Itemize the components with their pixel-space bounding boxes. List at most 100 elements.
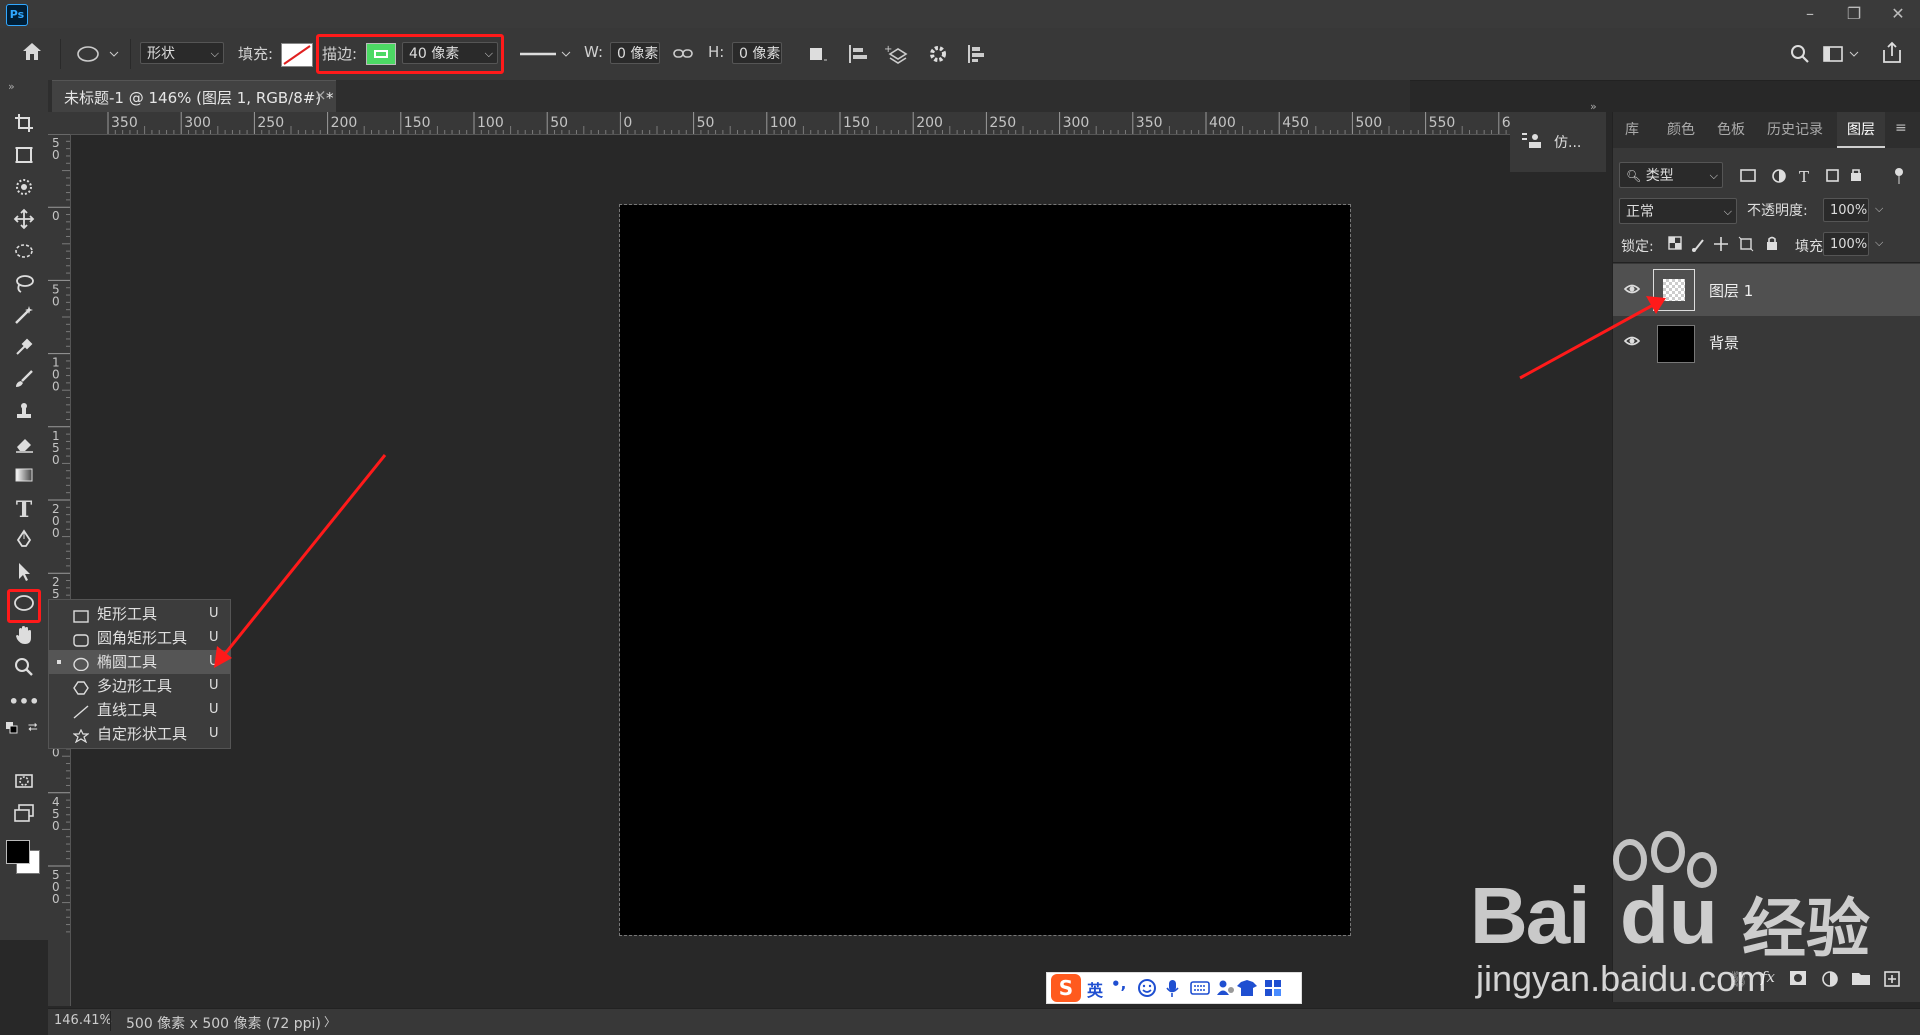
layer-filter-select[interactable]: 🔍︎ 类型 ⌵ — [1619, 162, 1723, 188]
custom-shape-icon — [72, 726, 90, 744]
tab-layers[interactable]: 图层 — [1837, 112, 1885, 148]
tool-preset-picker[interactable] — [74, 42, 124, 66]
lock-icons[interactable] — [1667, 234, 1785, 254]
zoom-level[interactable]: 146.41% — [54, 1013, 112, 1028]
share-icon[interactable] — [1880, 40, 1904, 66]
elliptical-marquee-icon[interactable] — [6, 240, 42, 268]
gradient-tool-icon[interactable] — [6, 464, 42, 492]
blend-mode-select[interactable]: 正常 ⌵ — [1619, 198, 1737, 224]
ime-toolbar[interactable]: S 英 •, — [1046, 972, 1302, 1004]
width-input[interactable]: 0 像素 — [610, 42, 660, 64]
hand-tool-icon[interactable] — [6, 624, 42, 652]
object-selection-icon[interactable] — [6, 176, 42, 204]
ruler-tick-label: 250 — [257, 115, 284, 131]
align-edges-icon[interactable] — [964, 42, 988, 66]
ruler-tick-label: 550 — [1429, 115, 1456, 131]
layer-row[interactable]: 图层 1 — [1613, 264, 1920, 316]
ellipse-tool-icon[interactable] — [6, 592, 42, 620]
layer-filter-value: 类型 — [1645, 168, 1674, 184]
close-tab-icon[interactable]: × — [314, 86, 327, 104]
options-bar: 形状 ⌵ 填充: 描边: 40 像素 ⌵ W: 0 像素 H: 0 像素 + — [0, 28, 1920, 81]
home-icon[interactable] — [18, 40, 46, 68]
foreground-color-swatch[interactable] — [6, 840, 30, 864]
stroke-swatch[interactable] — [366, 43, 396, 65]
flyout-item[interactable]: 矩形工具 U — [49, 602, 230, 626]
ruler-tick-label: 200 — [331, 115, 358, 131]
status-menu-icon[interactable]: 〉 — [324, 1013, 336, 1030]
type-tool-icon[interactable]: T — [6, 496, 42, 524]
close-window-button[interactable]: ✕ — [1878, 0, 1918, 28]
document-info: 500 像素 x 500 像素 (72 ppi) — [126, 1016, 321, 1032]
tab-swatches[interactable]: 色板 — [1709, 112, 1753, 148]
path-arrangement-icon[interactable]: + — [884, 42, 910, 66]
fill-input[interactable]: 100% — [1823, 232, 1869, 256]
flyout-item[interactable]: 自定形状工具 U — [49, 722, 230, 746]
crop-tool-icon[interactable] — [6, 112, 42, 140]
default-colors-icon[interactable] — [6, 722, 18, 734]
layer-row[interactable]: 背景 — [1613, 316, 1920, 368]
horizontal-ruler[interactable]: 350 300 250 200 150 100 50 0 50 100 150 200 250 300 35… — [70, 112, 1512, 135]
lock-label: 锁定: — [1621, 239, 1654, 255]
swap-colors-icon[interactable]: ⮂ — [28, 720, 38, 735]
eye-icon[interactable] — [1623, 332, 1641, 350]
workspace-switcher-icon[interactable] — [1822, 42, 1862, 66]
fill-swatch[interactable] — [281, 43, 313, 67]
quick-mask-icon[interactable] — [6, 770, 42, 798]
tab-history[interactable]: 历史记录 — [1759, 112, 1831, 148]
flyout-item-shortcut: U — [209, 654, 219, 669]
width-label: W: — [584, 43, 604, 61]
eraser-tool-icon[interactable] — [6, 432, 42, 460]
collapse-panel-icon[interactable]: » — [8, 80, 15, 93]
chevron-down-icon[interactable]: ⌵ — [1875, 236, 1883, 250]
screen-mode-icon[interactable] — [6, 802, 42, 830]
search-icon[interactable] — [1788, 42, 1812, 66]
stroke-label: 描边: — [322, 45, 358, 63]
clone-stamp-icon[interactable] — [6, 400, 42, 428]
chevron-down-icon[interactable]: ⌵ — [1875, 202, 1883, 216]
move-tool-icon[interactable] — [6, 208, 42, 236]
eyedropper-icon[interactable] — [6, 336, 42, 364]
ime-tool-icons[interactable] — [1137, 978, 1297, 998]
restore-button[interactable]: ❐ — [1834, 0, 1874, 28]
link-icon[interactable] — [672, 44, 694, 64]
panel-menu-icon[interactable]: ≡ — [1895, 120, 1907, 136]
brush-tool-icon[interactable] — [6, 368, 42, 396]
more-tools-icon[interactable]: ••• — [6, 688, 42, 716]
path-selection-icon[interactable] — [6, 560, 42, 588]
blend-mode-value: 正常 — [1626, 204, 1654, 220]
zoom-tool-icon[interactable] — [6, 656, 42, 684]
opacity-input[interactable]: 100% — [1823, 198, 1869, 222]
ime-mode[interactable]: 英 — [1087, 977, 1103, 1001]
ime-punct[interactable]: •, — [1111, 975, 1126, 993]
flyout-item[interactable]: 多边形工具 U — [49, 674, 230, 698]
flyout-item[interactable]: 圆角矩形工具 U — [49, 626, 230, 650]
layer-name: 背景 — [1709, 334, 1740, 352]
document-tab-title: 未标题-1 @ 146% (图层 1, RGB/8#) * — [64, 89, 334, 107]
flyout-item[interactable]: 直线工具 U — [49, 698, 230, 722]
layer-filter-icons: T — [1739, 166, 1911, 186]
tab-libraries[interactable]: 库 — [1617, 112, 1647, 148]
frame-tool-icon[interactable] — [6, 144, 42, 172]
magic-wand-icon[interactable] — [6, 304, 42, 332]
gear-icon[interactable] — [926, 42, 950, 66]
tab-color[interactable]: 颜色 — [1659, 112, 1703, 148]
vertical-ruler[interactable]: 50050100150200250400450500 — [48, 134, 71, 1006]
eye-icon[interactable] — [1623, 280, 1641, 298]
pen-tool-icon[interactable] — [6, 528, 42, 556]
path-operations-icon[interactable] — [806, 42, 830, 66]
shape-mode-select[interactable]: 形状 ⌵ — [140, 42, 224, 64]
document-canvas[interactable] — [619, 204, 1351, 936]
flyout-item[interactable]: 椭圆工具 U — [49, 650, 230, 674]
stroke-type-select[interactable] — [514, 42, 574, 66]
minimize-button[interactable]: – — [1790, 0, 1830, 28]
path-alignment-icon[interactable] — [846, 42, 870, 66]
document-tab[interactable]: 未标题-1 @ 146% (图层 1, RGB/8#) * × — [52, 80, 336, 112]
collapsed-panel[interactable]: 仿... — [1510, 112, 1606, 172]
vertical-ruler-ticks: 50050100150200250400450500 — [48, 134, 70, 933]
chevron-down-icon: ⌵ — [484, 47, 493, 60]
flyout-item-shortcut: U — [209, 726, 219, 741]
stroke-width-field[interactable]: 40 像素 ⌵ — [402, 42, 498, 64]
lasso-tool-icon[interactable] — [6, 272, 42, 300]
height-input[interactable]: 0 像素 — [732, 42, 782, 64]
watermark-cn: 经验 — [1742, 893, 1870, 967]
